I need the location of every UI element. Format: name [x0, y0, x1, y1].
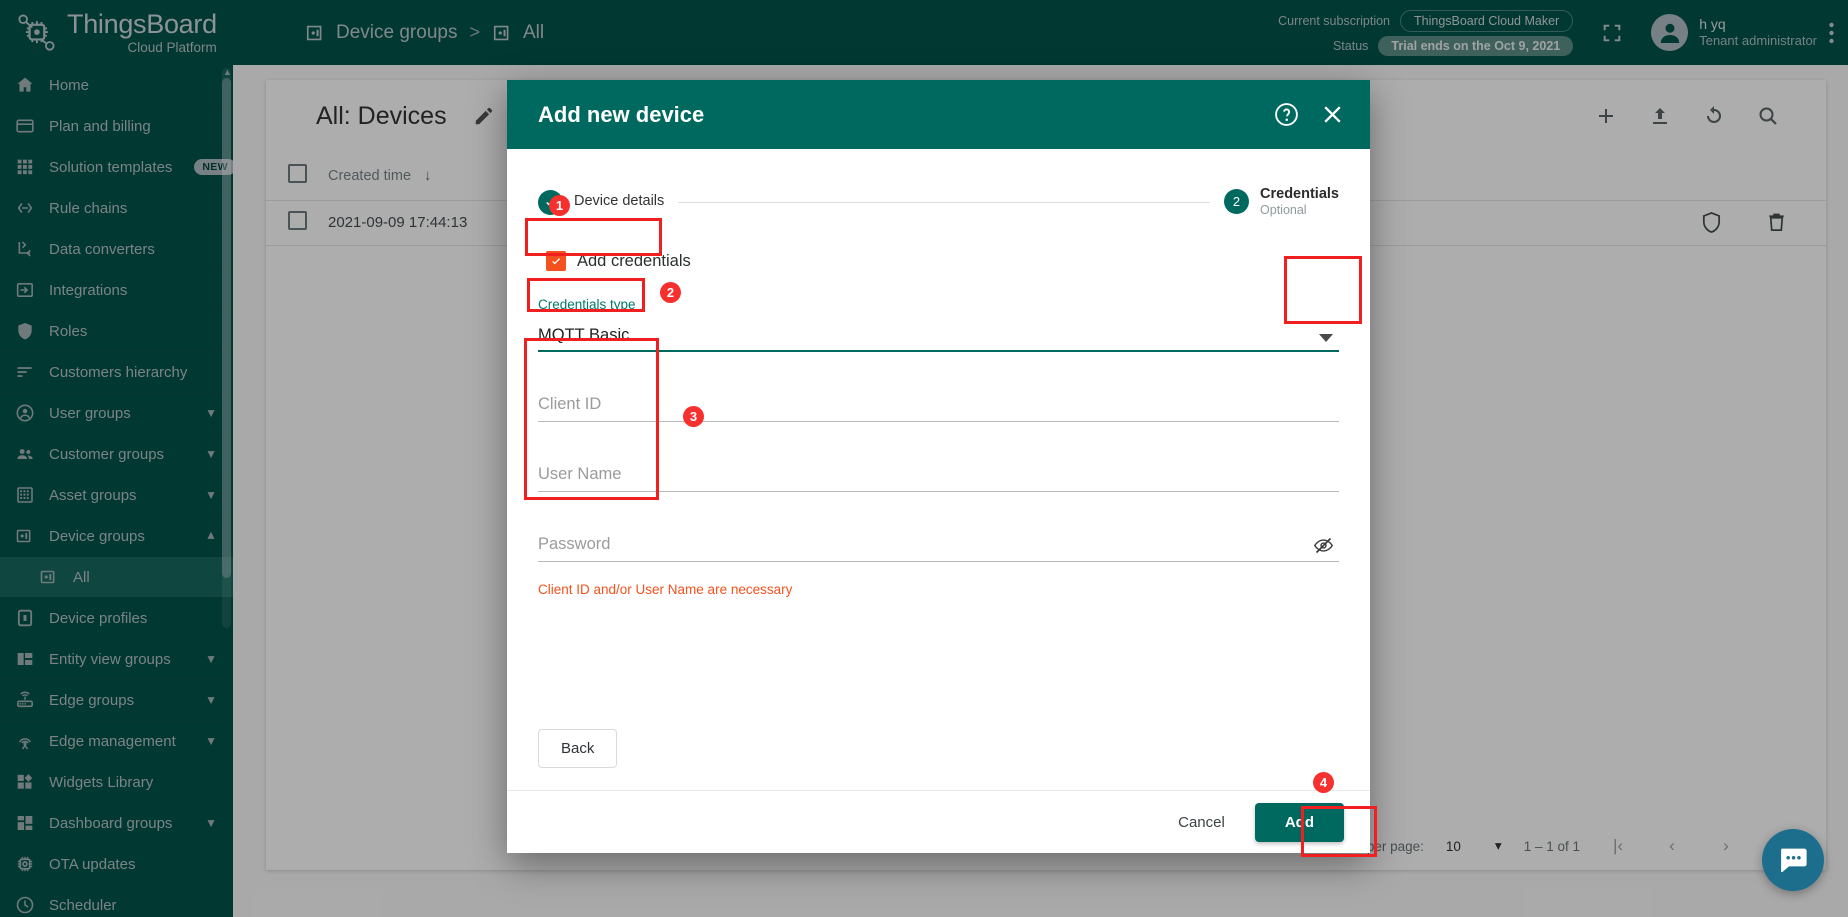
dialog-body: Device details 2 Credentials Optional Ad… — [507, 149, 1370, 790]
stepper-connector — [678, 201, 1211, 203]
cancel-button[interactable]: Cancel — [1162, 804, 1241, 841]
step-2-number: 2 — [1224, 189, 1250, 215]
user-name-placeholder: User Name — [538, 465, 622, 483]
credentials-type-value: MQTT Basic — [538, 326, 630, 344]
add-new-device-dialog: Add new device Device details 2 Credenti… — [507, 80, 1370, 853]
back-button[interactable]: Back — [538, 729, 618, 768]
credentials-type-select[interactable]: MQTT Basic — [538, 316, 1339, 352]
annotation-1: 1 — [549, 195, 570, 216]
dialog-footer: Cancel Add — [507, 790, 1370, 853]
chevron-down-icon[interactable] — [1319, 334, 1333, 342]
form-error-message: Client ID and/or User Name are necessary — [538, 582, 793, 597]
add-credentials-label: Add credentials — [577, 251, 691, 270]
step-credentials[interactable]: 2 Credentials Optional — [1224, 186, 1339, 218]
help-icon[interactable] — [1270, 99, 1302, 131]
annotation-2: 2 — [660, 282, 681, 303]
chat-bubble-button[interactable] — [1762, 829, 1824, 891]
client-id-placeholder: Client ID — [538, 395, 602, 413]
password-placeholder: Password — [538, 535, 611, 553]
credentials-form: Credentials type MQTT Basic Client ID Us… — [538, 297, 1339, 597]
eye-off-icon[interactable] — [1313, 535, 1334, 556]
dialog-header: Add new device — [507, 80, 1370, 149]
stepper: Device details 2 Credentials Optional — [538, 173, 1339, 231]
step-2-label: Credentials — [1260, 185, 1339, 202]
password-field[interactable]: Password — [538, 497, 1339, 562]
user-name-field[interactable]: User Name — [538, 427, 1339, 492]
step-2-optional: Optional — [1260, 203, 1307, 218]
close-icon[interactable] — [1316, 99, 1348, 131]
add-credentials-checkbox[interactable]: Add credentials — [538, 245, 699, 277]
add-button[interactable]: Add — [1254, 802, 1344, 842]
dialog-title: Add new device — [538, 101, 705, 127]
chat-icon — [1781, 848, 1807, 873]
client-id-field[interactable]: Client ID — [538, 357, 1339, 422]
annotation-3: 3 — [683, 406, 704, 427]
checkbox-checked-icon — [546, 251, 566, 271]
annotation-4: 4 — [1313, 772, 1334, 793]
step-1-label: Device details — [574, 193, 665, 210]
credentials-type-label: Credentials type — [538, 297, 636, 312]
